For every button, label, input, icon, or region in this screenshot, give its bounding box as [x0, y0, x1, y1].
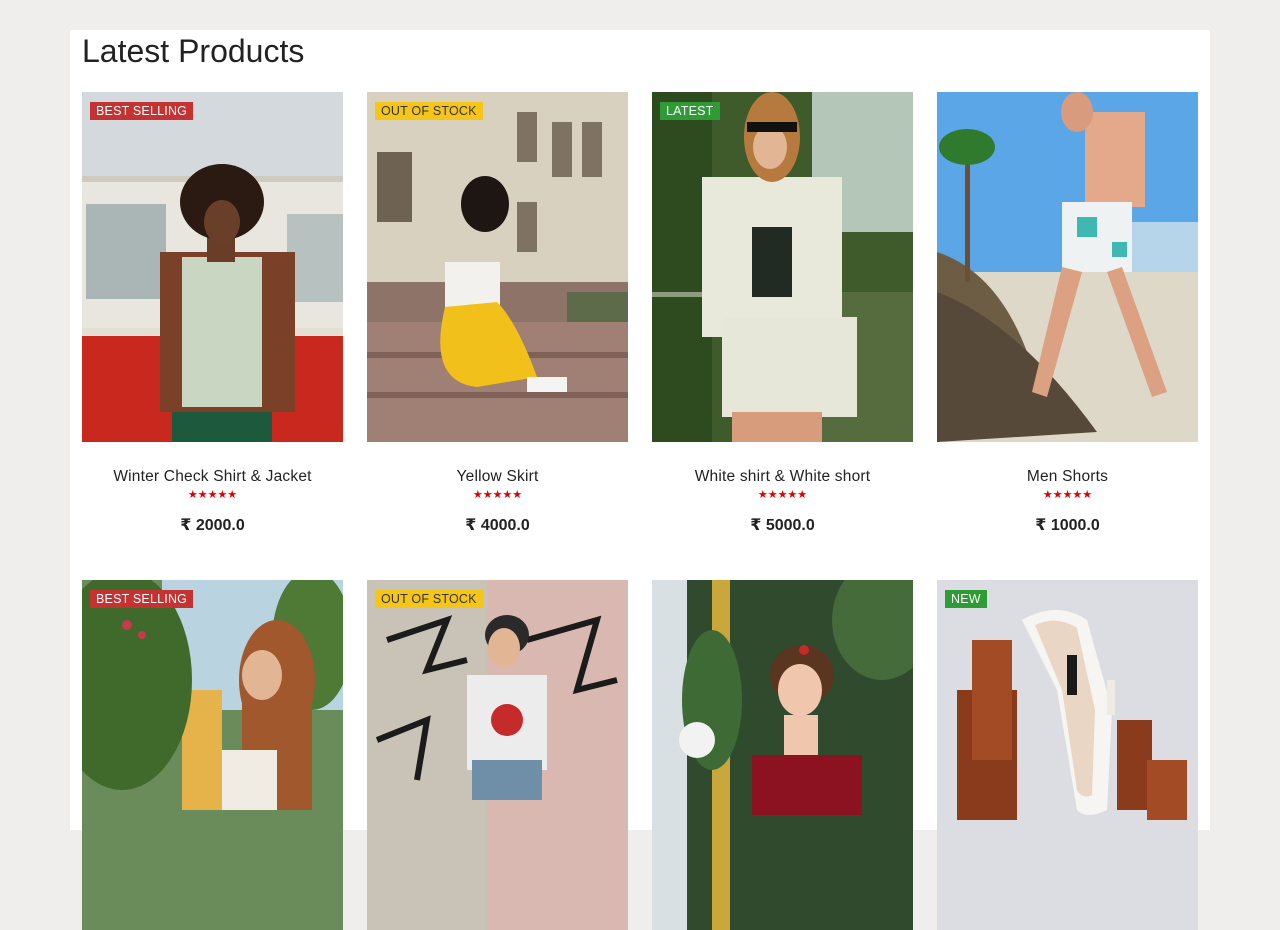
product-image[interactable]: BEST SELLING [82, 92, 343, 442]
product-image[interactable]: LATEST [652, 92, 913, 442]
product-card[interactable] [652, 580, 913, 930]
product-card[interactable]: OUT OF STOCK Yellow Skirt ★★★★★ ₹ 4000.0 [367, 92, 628, 580]
product-name[interactable]: Winter Check Shirt & Jacket [82, 468, 343, 486]
product-name[interactable]: White shirt & White short [652, 468, 913, 486]
product-image[interactable]: OUT OF STOCK [367, 92, 628, 442]
product-grid-row-1: BEST SELLING Winter Check Shirt & Jacket… [82, 92, 1198, 580]
product-card[interactable]: NEW [937, 580, 1198, 930]
rating-stars: ★★★★★ [757, 489, 808, 501]
product-badge: LATEST [660, 102, 720, 120]
product-badge: BEST SELLING [90, 102, 194, 120]
product-image[interactable]: OUT OF STOCK [367, 580, 628, 930]
product-badge: OUT OF STOCK [375, 102, 483, 120]
product-badge: OUT OF STOCK [375, 590, 483, 608]
product-price: ₹ 2000.0 [180, 517, 245, 534]
rating-stars: ★★★★★ [472, 489, 523, 501]
product-image[interactable]: BEST SELLING [82, 580, 343, 930]
product-image[interactable] [652, 580, 913, 930]
product-card[interactable]: BEST SELLING [82, 580, 343, 930]
product-badge: BEST SELLING [90, 590, 194, 608]
product-card[interactable]: BEST SELLING Winter Check Shirt & Jacket… [82, 92, 343, 580]
page-title: Latest Products [82, 33, 305, 69]
product-card[interactable]: Men Shorts ★★★★★ ₹ 1000.0 [937, 92, 1198, 580]
product-price: ₹ 4000.0 [465, 517, 530, 534]
product-image[interactable]: NEW [937, 580, 1198, 930]
rating-stars: ★★★★★ [187, 489, 238, 501]
product-card[interactable]: OUT OF STOCK [367, 580, 628, 930]
product-name[interactable]: Men Shorts [937, 468, 1198, 486]
product-card[interactable]: LATEST White shirt & White short ★★★★★ ₹… [652, 92, 913, 580]
product-badge: NEW [945, 590, 987, 608]
products-panel: Latest Products BEST SELLING Winter Chec… [70, 30, 1210, 930]
product-price: ₹ 5000.0 [750, 517, 815, 534]
product-grid-row-2: BEST SELLING OUT OF STOCK NEW [82, 580, 1198, 930]
product-name[interactable]: Yellow Skirt [367, 468, 628, 486]
rating-stars: ★★★★★ [1042, 489, 1093, 501]
product-price: ₹ 1000.0 [1035, 517, 1100, 534]
product-image[interactable] [937, 92, 1198, 442]
